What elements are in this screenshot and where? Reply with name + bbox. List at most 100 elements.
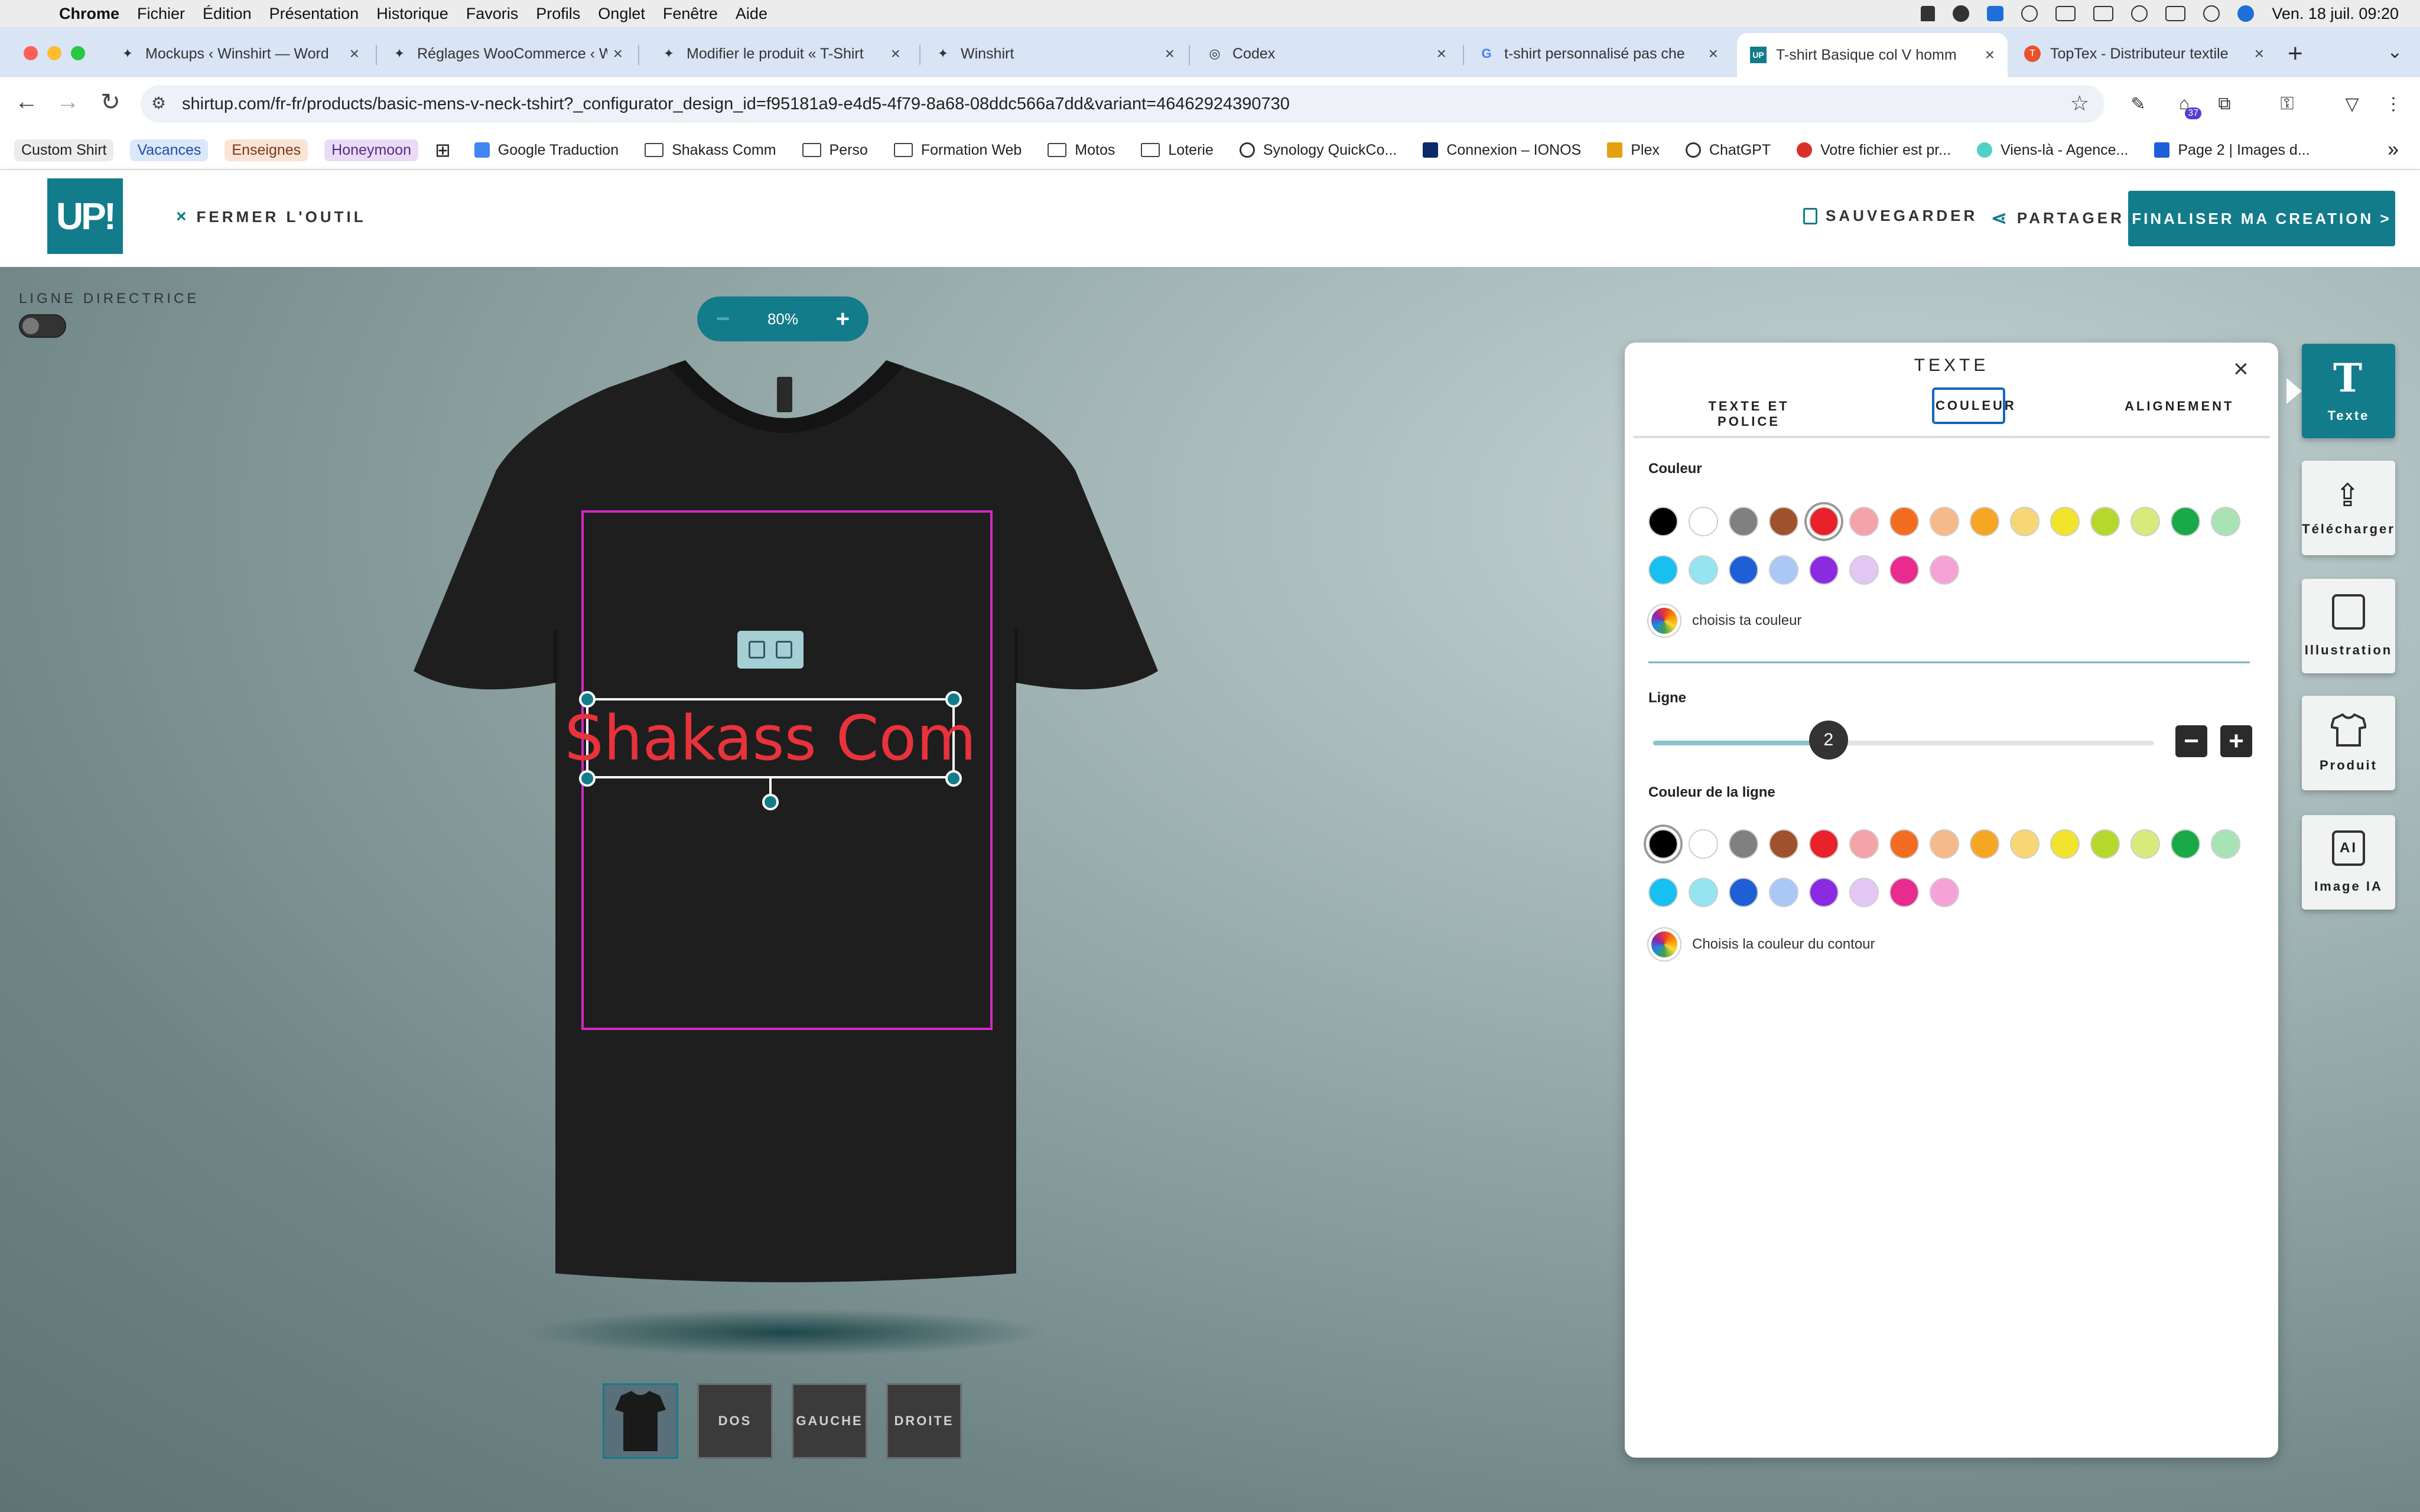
close-tab-icon[interactable]: × bbox=[891, 44, 900, 63]
bookmark-perso[interactable]: Perso bbox=[802, 142, 868, 159]
line-color-swatch[interactable] bbox=[1648, 878, 1678, 907]
tab-alignement[interactable]: ALIGNEMENT bbox=[2125, 399, 2232, 414]
menu-onglet[interactable]: Onglet bbox=[598, 5, 645, 23]
view-front-thumbnail[interactable] bbox=[603, 1383, 678, 1459]
menu-edition[interactable]: Édition bbox=[203, 5, 252, 23]
line-color-swatch[interactable] bbox=[2050, 829, 2080, 859]
line-color-swatch[interactable] bbox=[1970, 829, 1999, 859]
fill-color-swatch[interactable] bbox=[1809, 555, 1839, 585]
finalize-creation-button[interactable]: FINALISER MA CREATION > bbox=[2128, 191, 2395, 246]
menu-fichier[interactable]: Fichier bbox=[137, 5, 185, 23]
menu-aide[interactable]: Aide bbox=[736, 5, 767, 23]
fill-color-swatch[interactable] bbox=[1689, 555, 1718, 585]
bookmark-honeymoon[interactable]: Honeymoon bbox=[324, 139, 418, 161]
menu-chrome[interactable]: Chrome bbox=[59, 5, 119, 23]
menubar-clock[interactable]: Ven. 18 juil. 09:20 bbox=[2272, 5, 2399, 23]
bookmark-votre-fichier[interactable]: Votre fichier est pr... bbox=[1797, 142, 1951, 159]
address-bar[interactable]: ⚙ shirtup.com/fr-fr/products/basic-mens-… bbox=[141, 85, 2105, 123]
bookmark-ionos[interactable]: Connexion – IONOS bbox=[1423, 142, 1581, 159]
tab-search-chevron-icon[interactable]: ⌄ bbox=[2387, 40, 2403, 63]
menu-fenetre[interactable]: Fenêtre bbox=[663, 5, 718, 23]
siri-icon[interactable] bbox=[2237, 5, 2255, 22]
fill-color-swatch[interactable] bbox=[2010, 507, 2040, 536]
bookmark-formation-web[interactable]: Formation Web bbox=[893, 142, 1022, 159]
more-bookmarks-icon[interactable]: » bbox=[2388, 138, 2399, 161]
sidebar-texte-button[interactable]: T Texte bbox=[2302, 344, 2395, 438]
fill-color-swatch[interactable] bbox=[1689, 507, 1718, 536]
line-color-swatch[interactable] bbox=[1689, 878, 1718, 907]
close-tab-icon[interactable]: × bbox=[2255, 44, 2264, 63]
line-color-swatch[interactable] bbox=[1729, 829, 1758, 859]
view-back-thumbnail[interactable]: DOS bbox=[697, 1383, 773, 1459]
resize-handle-bottom-right[interactable] bbox=[945, 770, 962, 787]
sidebar-produit-button[interactable]: Produit bbox=[2302, 696, 2395, 790]
line-color-swatch[interactable] bbox=[1809, 878, 1839, 907]
bookmark-star-icon[interactable]: ☆ bbox=[2070, 91, 2089, 116]
site-settings-icon[interactable]: ⚙ bbox=[151, 93, 166, 113]
tab-couleur[interactable]: COULEUR bbox=[1932, 387, 2014, 424]
dashlane-icon[interactable] bbox=[1987, 6, 2004, 21]
reload-icon[interactable]: ↻ bbox=[96, 89, 125, 116]
line-width-slider-knob[interactable]: 2 bbox=[1809, 721, 1848, 760]
fill-color-swatch[interactable] bbox=[1930, 507, 1959, 536]
tab-mockups[interactable]: ✦ Mockups ‹ Winshirt — Word × bbox=[106, 35, 372, 72]
bookmark-synology[interactable]: Synology QuickCo... bbox=[1239, 142, 1397, 159]
menu-presentation[interactable]: Présentation bbox=[269, 5, 359, 23]
line-color-swatch[interactable] bbox=[2211, 829, 2240, 859]
zoom-in-button[interactable]: + bbox=[836, 306, 850, 333]
line-color-swatch[interactable] bbox=[1769, 878, 1798, 907]
airdrop-icon[interactable] bbox=[2021, 5, 2038, 22]
line-color-swatch[interactable] bbox=[2090, 829, 2120, 859]
share-button[interactable]: ⋖ PARTAGER bbox=[1991, 207, 2125, 229]
fill-color-swatch[interactable] bbox=[1769, 555, 1798, 585]
fill-color-swatch[interactable] bbox=[1648, 507, 1678, 536]
save-button[interactable]: SAUVEGARDER bbox=[1803, 207, 1977, 225]
fill-color-swatch[interactable] bbox=[1889, 507, 1919, 536]
bookmark-viens-la[interactable]: Viens-là - Agence... bbox=[1977, 142, 2128, 159]
line-color-swatch[interactable] bbox=[2010, 829, 2040, 859]
resize-handle-top-right[interactable] bbox=[945, 691, 962, 708]
guide-line-toggle[interactable] bbox=[19, 314, 66, 338]
close-tab-icon[interactable]: × bbox=[1985, 45, 1995, 64]
vlc-icon[interactable] bbox=[1921, 6, 1936, 21]
line-color-swatch[interactable] bbox=[1648, 829, 1678, 859]
fill-color-swatch[interactable] bbox=[1889, 555, 1919, 585]
bookmark-google-traduction[interactable]: Google Traduction bbox=[474, 142, 619, 159]
rotate-handle[interactable] bbox=[762, 794, 779, 810]
zoom-window-icon[interactable] bbox=[71, 46, 85, 60]
custom-fill-color-button[interactable]: choisis ta couleur bbox=[1648, 605, 1801, 637]
view-left-thumbnail[interactable]: GAUCHE bbox=[792, 1383, 867, 1459]
line-color-swatch[interactable] bbox=[1809, 829, 1839, 859]
duplicate-icon[interactable] bbox=[748, 641, 765, 659]
url-text[interactable]: shirtup.com/fr-fr/products/basic-mens-v-… bbox=[182, 94, 1290, 114]
fill-color-swatch[interactable] bbox=[2130, 507, 2160, 536]
tab-reglages-woocommerce[interactable]: ✦ Réglages WooCommerce ‹ W × bbox=[378, 35, 636, 72]
close-tab-icon[interactable]: × bbox=[1709, 44, 1718, 63]
line-width-decrease-button[interactable]: − bbox=[2175, 725, 2207, 757]
audio-icon[interactable] bbox=[1953, 5, 1970, 22]
bookmark-plex[interactable]: Plex bbox=[1607, 142, 1660, 159]
line-color-swatch[interactable] bbox=[1930, 878, 1959, 907]
sidebar-illustration-button[interactable]: Illustration bbox=[2302, 579, 2395, 673]
wifi-icon[interactable] bbox=[2131, 5, 2148, 22]
screens-icon[interactable] bbox=[2055, 6, 2076, 21]
zoom-out-button[interactable]: − bbox=[716, 306, 730, 333]
line-color-swatch[interactable] bbox=[1769, 829, 1798, 859]
resize-handle-bottom-left[interactable] bbox=[579, 770, 596, 787]
fill-color-swatch[interactable] bbox=[1729, 555, 1758, 585]
bookmark-page-2-images[interactable]: Page 2 | Images d... bbox=[2154, 142, 2310, 159]
close-tab-icon[interactable]: × bbox=[350, 44, 359, 63]
menu-favoris[interactable]: Favoris bbox=[466, 5, 519, 23]
profile-icon[interactable]: ▽ bbox=[2341, 93, 2363, 115]
fill-color-swatch[interactable] bbox=[1648, 555, 1678, 585]
menu-historique[interactable]: Historique bbox=[376, 5, 448, 23]
menu-profils[interactable]: Profils bbox=[536, 5, 580, 23]
bookmark-enseignes[interactable]: Enseignes bbox=[225, 139, 308, 161]
shirtup-logo[interactable]: UP! bbox=[47, 178, 123, 254]
sidebar-telecharger-button[interactable]: ⇪ Télécharger bbox=[2302, 461, 2395, 555]
fill-color-swatch[interactable] bbox=[1970, 507, 1999, 536]
tab-tshirt-basique[interactable]: UP T-shirt Basique col V homm × bbox=[1737, 33, 2008, 77]
tab-toptex[interactable]: T TopTex - Distributeur textile × bbox=[2011, 35, 2277, 72]
search-icon[interactable] bbox=[2203, 5, 2220, 22]
design-text[interactable]: Shakass Com bbox=[565, 700, 977, 776]
